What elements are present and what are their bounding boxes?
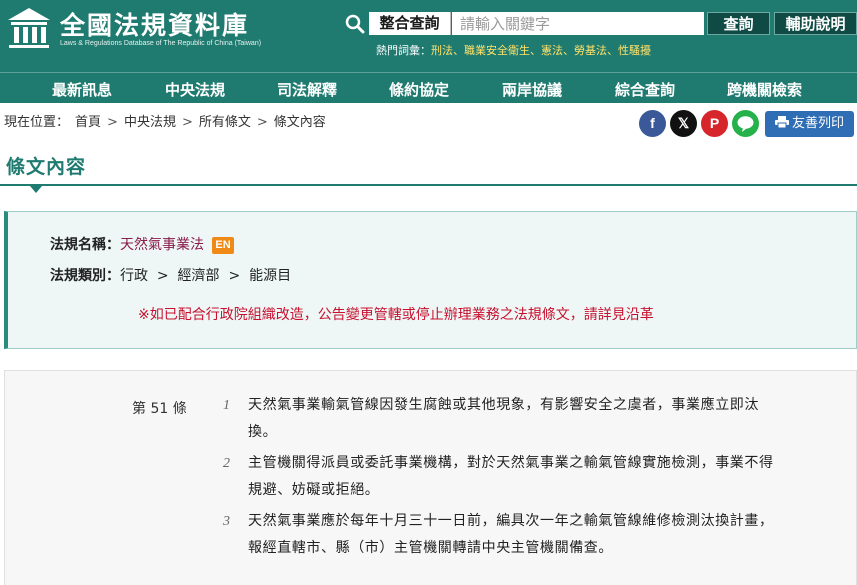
title-notch <box>30 186 42 193</box>
search-type-select[interactable]: 整合查詢 <box>369 12 451 35</box>
breadcrumb-central-laws[interactable]: 中央法規 <box>124 115 176 130</box>
breadcrumb-label: 現在位置： <box>4 115 70 130</box>
help-button[interactable]: 輔助說明 <box>774 12 857 35</box>
paragraph-number: 1 <box>223 398 230 413</box>
nav-item-latest-news[interactable]: 最新訊息 <box>52 79 112 100</box>
breadcrumb-home[interactable]: 首頁 <box>75 115 101 130</box>
breadcrumb-separator: > <box>107 115 118 130</box>
paragraph-text: 主管機關得派員或委託事業機構，對於天然氣事業之輸氣管線實施檢測，事業不得規避、妨… <box>248 455 774 498</box>
law-category-label: 法規類別： <box>50 268 120 284</box>
paragraph-text: 天然氣事業輸氣管線因發生腐蝕或其他現象，有影響安全之虞者，事業應立即汰換。 <box>248 397 759 440</box>
building-logo-icon <box>8 8 50 48</box>
breadcrumb: 現在位置： 首頁 > 中央法規 > 所有條文 > 條文內容 <box>4 111 332 130</box>
breadcrumb-all-articles[interactable]: 所有條文 <box>199 115 251 130</box>
paragraph-text: 天然氣事業應於每年十月三十一日前，編具次一年之輸氣管線維修檢測汰換計畫，報經直轄… <box>248 513 774 556</box>
reorganization-notice: ※如已配合行政院組織改造，公告變更管轄或停止辦理業務之法規條文，請詳見沿革 <box>138 307 654 323</box>
hot-term-link[interactable]: 職業安全衛生 <box>464 44 530 57</box>
nav-item-cross-agency-search[interactable]: 跨機關檢索 <box>727 79 802 100</box>
hot-term-link[interactable]: 性騷擾 <box>618 44 651 57</box>
law-category-item: 能源目 <box>249 268 292 284</box>
article-panel: 第 51 條 1 天然氣事業輸氣管線因發生腐蝕或其他現象，有影響安全之虞者，事業… <box>4 370 857 585</box>
hot-term-link[interactable]: 憲法 <box>541 44 563 57</box>
law-category-row: 法規類別：行政 > 經濟部 > 能源目 <box>50 265 291 285</box>
category-separator: > <box>228 268 241 284</box>
line-chat-icon <box>737 116 754 132</box>
page-title: 條文內容 <box>6 156 87 178</box>
line-share-icon[interactable] <box>732 110 759 137</box>
hot-term-link[interactable]: 勞基法 <box>574 44 607 57</box>
nav-item-judicial-interpretations[interactable]: 司法解釋 <box>277 79 337 100</box>
printer-icon <box>774 116 789 129</box>
nav-item-treaties[interactable]: 條約協定 <box>389 79 449 100</box>
pinterest-share-icon[interactable]: P <box>701 110 728 137</box>
article-number: 第 51 條 <box>132 401 187 417</box>
search-button[interactable]: 查詢 <box>707 12 770 35</box>
law-category-item: 經濟部 <box>177 268 220 284</box>
nav-item-cross-strait[interactable]: 兩岸協議 <box>502 79 562 100</box>
breadcrumb-separator: > <box>181 115 193 130</box>
search-input[interactable] <box>452 12 704 35</box>
breadcrumb-current: 條文內容 <box>273 115 326 130</box>
hot-terms-label: 熱門詞彙： <box>376 44 431 57</box>
site-subtitle: Laws & Regulations Database of The Repub… <box>60 40 262 47</box>
nav-item-integrated-search[interactable]: 綜合查詢 <box>615 79 675 100</box>
facebook-share-icon[interactable]: f <box>639 110 666 137</box>
site-title: 全國法規資料庫 <box>60 11 250 40</box>
law-name-row: 法規名稱：天然氣事業法 EN <box>50 234 234 254</box>
print-button[interactable]: 友善列印 <box>765 111 854 137</box>
law-info-box: 法規名稱：天然氣事業法 EN 法規類別：行政 > 經濟部 > 能源目 ※如已配合行… <box>4 211 857 349</box>
nav-item-central-laws[interactable]: 中央法規 <box>165 79 225 100</box>
main-nav: 最新訊息 中央法規 司法解釋 條約協定 兩岸協議 綜合查詢 跨機關檢索 <box>0 72 857 103</box>
category-separator: > <box>156 268 169 284</box>
site-logo[interactable]: 全國法規資料庫 Laws & Regulations Database of T… <box>4 4 294 54</box>
paragraph-number: 2 <box>223 456 230 471</box>
site-header: 全國法規資料庫 Laws & Regulations Database of T… <box>0 0 857 103</box>
print-button-label: 友善列印 <box>791 116 844 131</box>
law-name-label: 法規名稱： <box>50 237 120 253</box>
law-category-item: 行政 <box>120 268 148 284</box>
breadcrumb-separator: > <box>256 115 268 130</box>
title-divider <box>0 184 857 186</box>
hot-term-link[interactable]: 刑法 <box>431 44 453 57</box>
x-share-icon[interactable]: 𝕏 <box>670 110 697 137</box>
hot-terms: 熱門詞彙：刑法、職業安全衛生、憲法、勞基法、性騷擾 <box>376 44 651 57</box>
law-name-link[interactable]: 天然氣事業法 <box>120 237 204 253</box>
english-version-badge[interactable]: EN <box>212 237 234 254</box>
paragraph-number: 3 <box>223 514 230 529</box>
search-icon <box>345 14 365 34</box>
